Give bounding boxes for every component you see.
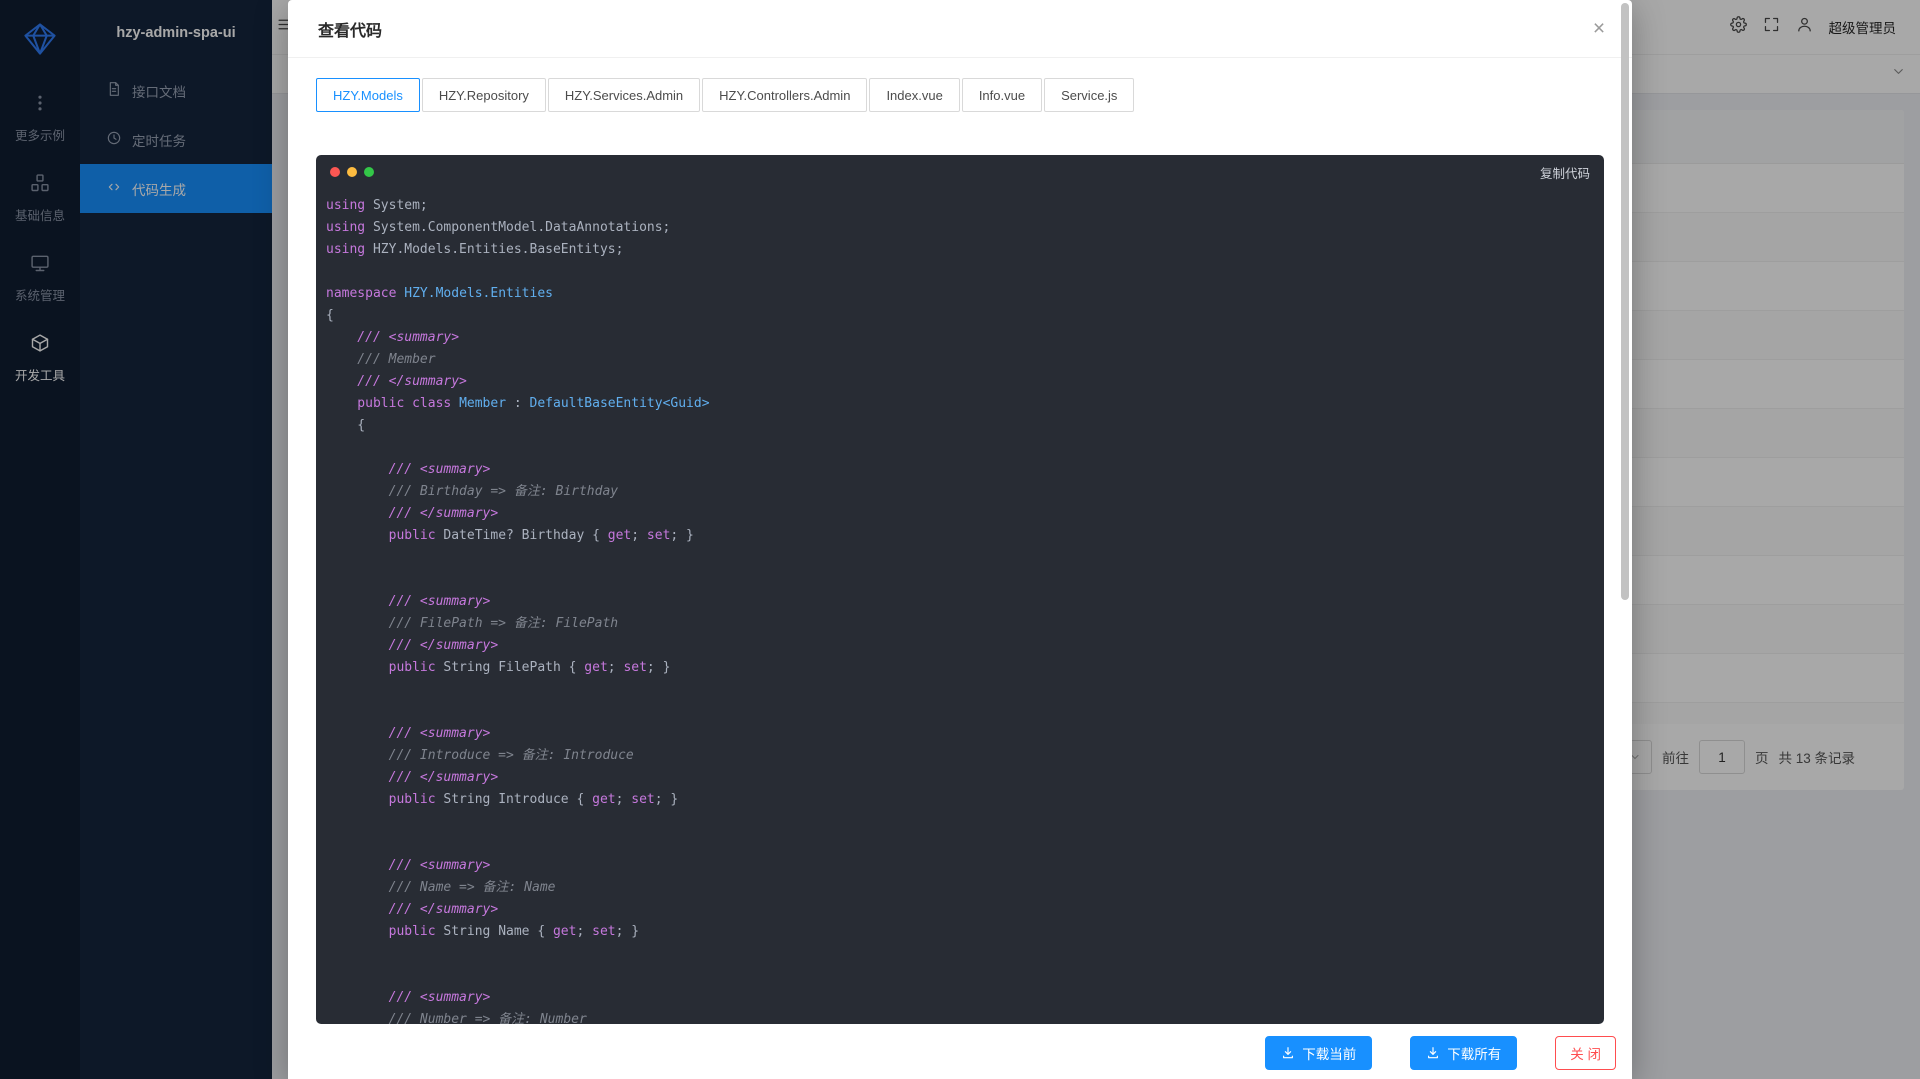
download-icon xyxy=(1426,1046,1440,1060)
traffic-light-green-icon xyxy=(364,167,374,177)
code-line: /// <summary> xyxy=(326,591,1604,613)
code-line: { xyxy=(326,415,1604,437)
download-current-button[interactable]: 下载当前 xyxy=(1265,1036,1372,1070)
tab-service-js[interactable]: Service.js xyxy=(1044,78,1134,112)
code-line xyxy=(326,437,1604,459)
close-button[interactable]: 关 闭 xyxy=(1555,1036,1616,1070)
tab-info-vue[interactable]: Info.vue xyxy=(962,78,1042,112)
copy-code-button[interactable]: 复制代码 xyxy=(1540,163,1590,182)
code-line: /// Birthday => 备注: Birthday xyxy=(326,481,1604,503)
code-line xyxy=(326,811,1604,833)
code-line xyxy=(326,569,1604,591)
code-line: /// Introduce => 备注: Introduce xyxy=(326,745,1604,767)
code-line: public String Introduce { get; set; } xyxy=(326,789,1604,811)
code-content: using System;using System.ComponentModel… xyxy=(316,189,1604,1024)
modal-header: 查看代码 xyxy=(288,0,1632,58)
code-line: public String Name { get; set; } xyxy=(326,921,1604,943)
code-line: /// </summary> xyxy=(326,503,1604,525)
download-all-button[interactable]: 下载所有 xyxy=(1410,1036,1517,1070)
traffic-light-yellow-icon xyxy=(347,167,357,177)
code-line: /// </summary> xyxy=(326,635,1604,657)
code-line: { xyxy=(326,305,1604,327)
code-line xyxy=(326,965,1604,987)
code-file-tabs: HZY.ModelsHZY.RepositoryHZY.Services.Adm… xyxy=(316,78,1604,112)
modal-footer: 下载当前 下载所有 关 闭 xyxy=(288,1026,1632,1079)
code-line: public DateTime? Birthday { get; set; } xyxy=(326,525,1604,547)
view-code-modal: 查看代码 × HZY.ModelsHZY.RepositoryHZY.Servi… xyxy=(288,0,1632,1079)
code-line: /// <summary> xyxy=(326,459,1604,481)
code-line: /// Name => 备注: Name xyxy=(326,877,1604,899)
code-line: /// Member xyxy=(326,349,1604,371)
code-line xyxy=(326,679,1604,701)
modal-close-icon[interactable]: × xyxy=(1582,13,1616,45)
download-icon xyxy=(1281,1046,1295,1060)
code-line: /// Number => 备注: Number xyxy=(326,1009,1604,1024)
code-block-header: 复制代码 xyxy=(316,155,1604,189)
code-line: namespace HZY.Models.Entities xyxy=(326,283,1604,305)
code-line: /// <summary> xyxy=(326,855,1604,877)
code-line: using System.ComponentModel.DataAnnotati… xyxy=(326,217,1604,239)
screen: 更多示例基础信息系统管理开发工具 hzy-admin-spa-ui 接口文档定时… xyxy=(0,0,1920,1079)
code-line xyxy=(326,943,1604,965)
code-line: /// <summary> xyxy=(326,327,1604,349)
code-line: /// <summary> xyxy=(326,723,1604,745)
code-line: /// FilePath => 备注: FilePath xyxy=(326,613,1604,635)
traffic-light-red-icon xyxy=(330,167,340,177)
code-line: using HZY.Models.Entities.BaseEntitys; xyxy=(326,239,1604,261)
code-line: /// </summary> xyxy=(326,371,1604,393)
tab-hzy-services-admin[interactable]: HZY.Services.Admin xyxy=(548,78,700,112)
code-line xyxy=(326,547,1604,569)
code-line xyxy=(326,701,1604,723)
code-line xyxy=(326,833,1604,855)
code-line: /// </summary> xyxy=(326,899,1604,921)
code-line: /// <summary> xyxy=(326,987,1604,1009)
tab-hzy-repository[interactable]: HZY.Repository xyxy=(422,78,546,112)
tab-hzy-models[interactable]: HZY.Models xyxy=(316,78,420,112)
code-line: /// </summary> xyxy=(326,767,1604,789)
modal-body: HZY.ModelsHZY.RepositoryHZY.Services.Adm… xyxy=(288,78,1632,1024)
code-line: public class Member : DefaultBaseEntity<… xyxy=(326,393,1604,415)
code-line: using System; xyxy=(326,195,1604,217)
code-block: 复制代码 using System;using System.Component… xyxy=(316,155,1604,1024)
modal-title: 查看代码 xyxy=(318,17,382,41)
tab-index-vue[interactable]: Index.vue xyxy=(869,78,959,112)
tab-hzy-controllers-admin[interactable]: HZY.Controllers.Admin xyxy=(702,78,867,112)
code-line: public String FilePath { get; set; } xyxy=(326,657,1604,679)
code-line xyxy=(326,261,1604,283)
modal-scrollbar-thumb[interactable] xyxy=(1621,3,1629,600)
